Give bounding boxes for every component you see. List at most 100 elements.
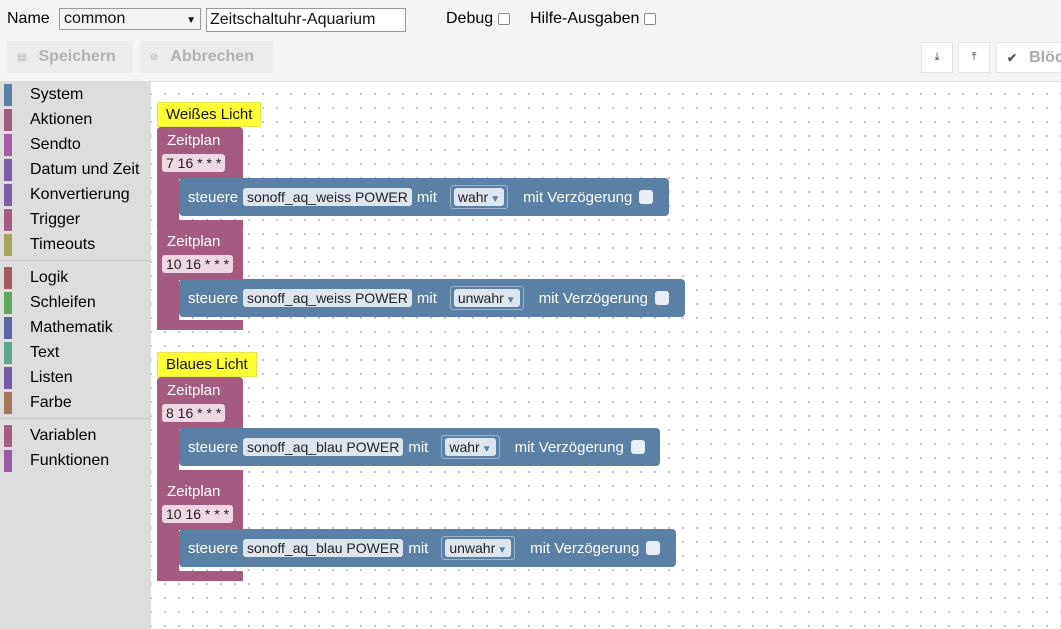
control-block[interactable]: steuere sonoff_aq_weiss POWER mit wahr ▼ mit …	[179, 178, 669, 216]
boolean-value: wahr	[457, 189, 489, 205]
delay-checkbox[interactable]	[654, 291, 669, 305]
cron-field[interactable]: 8 16 * * *	[162, 404, 226, 422]
toolbox-category[interactable]: Aktionen	[4, 109, 92, 131]
boolean-value: wahr	[449, 439, 480, 455]
dropdown-arrow-icon: ▼	[490, 194, 501, 205]
control-block[interactable]: steuere sonoff_aq_blau POWER mit unwahr ▼ mit…	[179, 529, 676, 567]
category-label: Konvertierung	[30, 186, 130, 203]
boolean-dropdown[interactable]: unwahr ▼	[445, 539, 512, 557]
boolean-dropdown[interactable]: unwahr ▼	[453, 289, 520, 307]
schedule-block[interactable]: Zeitplan 7 16 * * *	[157, 127, 243, 179]
delay-checkbox[interactable]	[639, 190, 654, 204]
delay-label: mit Verzögerung	[530, 539, 640, 557]
cron-field[interactable]: 10 16 * * *	[162, 255, 234, 273]
category-label: Datum und Zeit	[30, 161, 140, 178]
export-button[interactable]: ⤓	[921, 42, 953, 73]
block-toolbox: System Aktionen Sendto Datum und Zeit Konver…	[0, 82, 151, 629]
cron-field[interactable]: 10 16 * * *	[162, 505, 234, 523]
toolbox-category[interactable]: Listen	[4, 367, 73, 389]
toolbox-category[interactable]: Logik	[4, 267, 68, 289]
object-id-field[interactable]: sonoff_aq_weiss POWER	[243, 289, 412, 307]
category-color-stripe	[4, 450, 12, 472]
schedule-body	[157, 280, 179, 320]
category-color-stripe	[4, 425, 12, 447]
blocks-button[interactable]: ✔ Blöcke	[996, 42, 1061, 73]
category-label: Mathematik	[30, 319, 113, 336]
schedule-title: Zeitplan	[167, 132, 221, 149]
script-type-select[interactable]: common ▼	[59, 8, 201, 30]
object-id-field[interactable]: sonoff_aq_weiss POWER	[243, 188, 412, 206]
category-color-stripe	[4, 84, 12, 106]
upload-icon: ⤒	[971, 51, 977, 63]
schedule-block[interactable]: Zeitplan 10 16 * * *	[157, 478, 243, 530]
category-color-stripe	[4, 392, 12, 414]
category-label: Listen	[30, 369, 73, 386]
delay-label: mit Verzögerung	[514, 438, 624, 456]
toolbox-category[interactable]: Variablen	[4, 425, 96, 447]
boolean-dropdown[interactable]: wahr ▼	[453, 188, 505, 206]
toolbox-category[interactable]: Konvertierung	[4, 184, 130, 206]
schedule-block[interactable]: Zeitplan 10 16 * * *	[157, 228, 243, 280]
with-label: mit	[408, 539, 429, 557]
category-label: Aktionen	[30, 111, 93, 128]
debug-label: Debug	[446, 10, 494, 27]
toolbox-category[interactable]: Funktionen	[4, 450, 109, 472]
delay-label: mit Verzögerung	[523, 188, 633, 206]
category-color-stripe	[4, 209, 12, 231]
toolbox-category[interactable]: Schleifen	[4, 292, 96, 314]
help-output-label: Hilfe-Ausgaben	[530, 10, 640, 27]
cron-field[interactable]: 7 16 * * *	[162, 154, 226, 172]
dropdown-arrow-icon: ▼	[481, 444, 492, 455]
blockly-workspace[interactable]: Zeitplan 7 16 * * * steuere sonoff_aq_weiss…	[151, 82, 1061, 629]
help-output-checkbox[interactable]	[644, 13, 656, 25]
delay-checkbox[interactable]	[630, 440, 645, 454]
category-color-stripe	[4, 184, 12, 206]
boolean-dropdown[interactable]: wahr ▼	[445, 438, 496, 456]
toolbox-category[interactable]: Datum und Zeit	[4, 159, 139, 181]
toolbox-category[interactable]: Trigger	[4, 209, 80, 231]
category-color-stripe	[4, 134, 12, 156]
with-label: mit	[408, 438, 429, 456]
category-label: Trigger	[30, 211, 81, 228]
object-id-field[interactable]: sonoff_aq_blau POWER	[243, 539, 404, 557]
save-button[interactable]: ▤ Speichern	[7, 41, 133, 73]
cancel-button[interactable]: ⊘ Abbrechen	[140, 41, 273, 73]
control-block[interactable]: steuere sonoff_aq_weiss POWER mit unwahr ▼ mi…	[179, 279, 685, 317]
category-color-stripe	[4, 317, 12, 339]
toolbox-category[interactable]: Text	[4, 342, 59, 364]
script-name-input[interactable]: Zeitschaltuhr-Aquarium	[206, 8, 406, 32]
toolbox-category[interactable]: Timeouts	[4, 234, 95, 256]
with-label: mit	[416, 289, 437, 307]
schedule-block[interactable]: Zeitplan 8 16 * * *	[157, 377, 243, 429]
control-verb: steuere	[188, 539, 239, 557]
schedule-foot	[157, 320, 243, 330]
object-id-field[interactable]: sonoff_aq_blau POWER	[243, 438, 404, 456]
toolbox-category[interactable]: Farbe	[4, 392, 72, 414]
toolbox-category[interactable]: System	[4, 84, 83, 106]
comment-label: Blaues Licht	[157, 352, 257, 377]
name-label: Name	[7, 10, 50, 27]
delay-checkbox[interactable]	[646, 541, 661, 555]
schedule-body	[157, 530, 179, 571]
blocks-label: Blöcke	[1029, 48, 1061, 66]
category-label: Variablen	[30, 427, 97, 444]
value-socket: unwahr ▼	[441, 536, 516, 560]
control-block[interactable]: steuere sonoff_aq_blau POWER mit wahr ▼ mit V…	[179, 428, 660, 466]
value-socket: wahr ▼	[449, 185, 509, 209]
boolean-value: unwahr	[457, 290, 504, 306]
toolbox-category[interactable]: Sendto	[4, 134, 81, 156]
schedule-body	[157, 429, 179, 470]
schedule-title: Zeitplan	[167, 483, 221, 500]
top-toolbar: Name common ▼ Zeitschaltuhr-Aquarium Deb…	[0, 0, 1061, 82]
debug-checkbox[interactable]	[498, 13, 510, 25]
cancel-icon: ⊘	[150, 51, 159, 63]
category-color-stripe	[4, 292, 12, 314]
dropdown-arrow-icon: ▼	[505, 295, 516, 306]
script-type-value: common	[64, 10, 126, 27]
import-button[interactable]: ⤒	[958, 42, 990, 73]
value-socket: unwahr ▼	[449, 286, 524, 310]
category-label: Sendto	[30, 136, 81, 153]
toolbox-category[interactable]: Mathematik	[4, 317, 113, 339]
category-label: Logik	[30, 269, 69, 286]
control-verb: steuere	[188, 188, 239, 206]
